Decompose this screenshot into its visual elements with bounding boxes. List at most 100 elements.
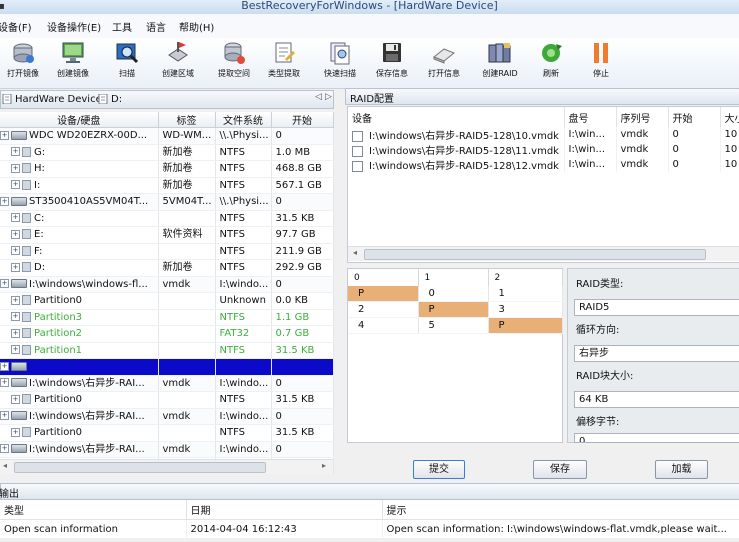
scroll-left-icon[interactable]: ◂ <box>3 461 7 470</box>
stop-button[interactable]: 停止 <box>576 41 626 85</box>
grid-cell[interactable]: 3 <box>488 301 563 318</box>
create-image-button[interactable]: 创建镜像 <box>48 41 98 85</box>
col-start[interactable]: 开始 <box>271 112 334 128</box>
expand-icon[interactable]: + <box>11 312 20 322</box>
partition-row[interactable]: + Partition3 NTFS 1.1 GB <box>0 309 334 326</box>
refresh-button[interactable]: 刷新 <box>526 41 576 85</box>
disk-row[interactable]: + I:\windows\右异步-RAI... vmdk I:\windo... 0 <box>0 375 334 392</box>
quick-scan-button[interactable]: 快速扫描 <box>315 41 365 85</box>
col-filesystem[interactable]: 文件系统 <box>215 112 272 128</box>
partition-row[interactable]: + I: 新加卷 NTFS 567.1 GB <box>0 177 334 194</box>
menu-language[interactable]: 语言 <box>146 19 166 34</box>
tree-hscroll-thumb[interactable] <box>14 462 266 473</box>
create-raid-button[interactable]: 创建RAID <box>475 41 525 85</box>
raid-type-select[interactable]: RAID5 <box>574 299 739 316</box>
type-extract-button[interactable]: 类型提取 <box>259 41 309 85</box>
expand-icon[interactable]: + <box>11 213 20 223</box>
save-button[interactable]: 保存 <box>533 460 587 479</box>
grid-cell[interactable]: 4 <box>348 317 419 334</box>
grid-cell[interactable]: 0 <box>418 286 489 302</box>
open-info-button[interactable]: 打开信息 <box>419 41 469 85</box>
expand-icon[interactable]: + <box>0 361 9 371</box>
menu-device[interactable]: 设备(F) <box>0 19 32 34</box>
raid-device-checkbox[interactable] <box>352 145 363 157</box>
raid-device-checkbox[interactable] <box>352 160 363 172</box>
disk-row[interactable]: + WDC WD20EZRX-00D... WD-WM... \\.\Physi...… <box>0 127 334 145</box>
col-message[interactable]: 提示 <box>382 500 739 520</box>
partition-row[interactable]: + Partition1 NTFS 31.5 KB <box>0 342 334 359</box>
col-raid-serial[interactable]: 序列号 <box>616 107 669 127</box>
expand-icon[interactable]: + <box>11 345 20 355</box>
raid-hscroll-thumb[interactable] <box>364 249 706 260</box>
expand-icon[interactable]: + <box>11 180 20 190</box>
scan-button[interactable]: 扫描 <box>102 41 152 85</box>
partition-row[interactable]: + F: NTFS 211.9 GB <box>0 243 334 260</box>
col-device[interactable]: 设备/硬盘 <box>0 112 159 128</box>
partition-row[interactable]: + G: 新加卷 NTFS 1.0 MB <box>0 144 334 161</box>
extract-space-button[interactable]: 提取空间 <box>209 41 259 85</box>
menu-help[interactable]: 帮助(H) <box>179 19 214 34</box>
expand-icon[interactable]: + <box>0 411 9 421</box>
create-region-button[interactable]: 创建区域 <box>153 41 203 85</box>
grid-cell[interactable]: 1 <box>488 286 563 302</box>
raid-device-row[interactable]: I:\windows\右异步-RAID5-128\11.vmdk I:\win..… <box>348 142 739 157</box>
offset-input[interactable]: 0 <box>574 433 739 443</box>
col-raid-disk[interactable]: 盘号 <box>564 107 617 127</box>
tab-drive-d[interactable]: D: <box>97 92 122 107</box>
expand-icon[interactable]: + <box>0 378 9 388</box>
col-label[interactable]: 标签 <box>158 112 216 128</box>
partition-row[interactable]: + Partition2 FAT32 0.7 GB <box>0 325 334 343</box>
expand-icon[interactable]: + <box>11 328 20 338</box>
tree-hscrollbar[interactable]: ◂ ▸ <box>0 459 333 474</box>
partition-row[interactable]: + Partition0 NTFS 31.5 KB <box>0 391 334 409</box>
block-size-select[interactable]: 64 KB <box>574 391 739 408</box>
raid-device-row[interactable]: I:\windows\右异步-RAID5-128\12.vmdk I:\win..… <box>348 157 739 172</box>
expand-icon[interactable]: + <box>11 163 20 173</box>
col-raid-size[interactable]: 大小 <box>720 107 739 127</box>
menu-device-ops[interactable]: 设备操作(E) <box>47 19 101 34</box>
raid-device-checkbox[interactable] <box>352 130 363 142</box>
direction-select[interactable]: 右异步 <box>574 345 739 362</box>
tab-scroll-right-icon[interactable]: ▷ <box>325 92 332 102</box>
load-button[interactable]: 加载 <box>655 460 708 479</box>
expand-icon[interactable]: + <box>11 427 20 437</box>
col-raid-device[interactable]: 设备 <box>348 107 565 127</box>
output-row[interactable]: Open scan information 2014-04-04 16:12:43… <box>0 519 739 538</box>
expand-icon[interactable]: + <box>11 394 20 404</box>
tab-hardware-device[interactable]: HardWare Device <box>1 92 102 107</box>
save-info-button[interactable]: 保存信息 <box>367 41 417 85</box>
partition-row[interactable]: + D: 新加卷 NTFS 292.9 GB <box>0 259 334 277</box>
partition-row[interactable]: + <box>0 358 334 376</box>
partition-row[interactable]: + C: NTFS 31.5 KB <box>0 210 334 227</box>
grid-cell[interactable]: 5 <box>418 317 489 334</box>
parity-cell[interactable]: P <box>348 286 419 302</box>
partition-row[interactable]: + E: 软件资料 NTFS 97.7 GB <box>0 226 334 244</box>
expand-icon[interactable]: + <box>11 246 20 256</box>
grid-cell[interactable]: 2 <box>348 301 419 318</box>
tab-scroll-left-icon[interactable]: ◁ <box>315 92 322 102</box>
parity-cell[interactable]: P <box>418 301 489 318</box>
partition-row[interactable]: + H: 新加卷 NTFS 468.8 GB <box>0 160 334 178</box>
col-date[interactable]: 日期 <box>186 500 383 520</box>
expand-icon[interactable]: + <box>11 295 20 305</box>
expand-icon[interactable]: + <box>11 229 20 239</box>
expand-icon[interactable]: + <box>0 444 9 454</box>
open-image-button[interactable]: 打开镜像 <box>0 41 48 85</box>
expand-icon[interactable]: + <box>0 196 9 206</box>
col-raid-start[interactable]: 开始 <box>668 107 721 127</box>
menu-tools[interactable]: 工具 <box>112 19 132 34</box>
parity-cell[interactable]: P <box>488 317 563 334</box>
disk-row[interactable]: + ST3500410AS5VM04T... 5VM04T... \\.\Physi.… <box>0 193 334 211</box>
disk-row[interactable]: + I:\windows\右异步-RAI... vmdk I:\windo... 0 <box>0 408 334 425</box>
disk-row[interactable]: + I:\windows\右异步-RAI... vmdk I:\windo... 0 <box>0 441 334 458</box>
expand-icon[interactable]: + <box>11 262 20 272</box>
raid-device-row[interactable]: I:\windows\右异步-RAID5-128\10.vmdk I:\win..… <box>348 127 739 142</box>
partition-row[interactable]: + Partition0 Unknown0.0 KB <box>0 292 334 310</box>
col-type[interactable]: 类型 <box>0 500 187 520</box>
scroll-right-icon[interactable]: ▸ <box>322 461 326 470</box>
disk-row[interactable]: + I:\windows\windows-fl... vmdk I:\windo...… <box>0 276 334 293</box>
expand-icon[interactable]: + <box>0 279 9 289</box>
expand-icon[interactable]: + <box>11 147 20 157</box>
scroll-left-icon[interactable]: ◂ <box>353 248 357 257</box>
expand-icon[interactable]: + <box>0 130 9 140</box>
